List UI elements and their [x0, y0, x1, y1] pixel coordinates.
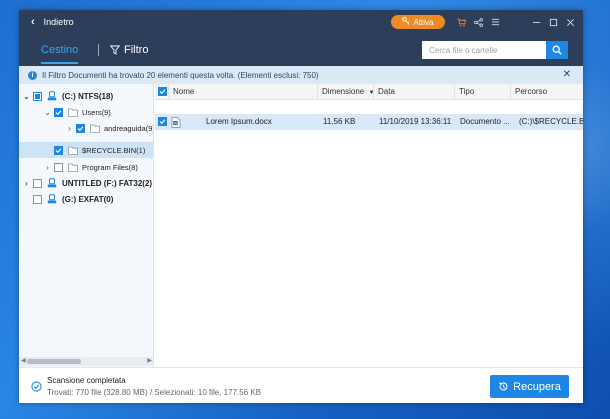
row-path: (C:)\$RECYCLE.BIN\...	[519, 117, 583, 126]
recover-label: Recupera	[513, 380, 561, 393]
column-header-name[interactable]: Nome	[169, 84, 318, 100]
tree-item-drive-c[interactable]: ⌄ (C:) NTFS(18)	[22, 88, 113, 104]
drive-icon	[47, 178, 57, 188]
cart-icon[interactable]	[453, 10, 469, 34]
drive-icon	[47, 91, 57, 101]
tree-item-drive-g[interactable]: (G:) EXFAT(0)	[22, 191, 113, 207]
back-label: Indietro	[43, 17, 74, 27]
tab-filtro[interactable]: Filtro	[110, 34, 148, 66]
table-header: Nome Dimensione ▼ Data Tipo Percorso	[155, 84, 583, 100]
chevron-down-icon[interactable]: ⌄	[22, 92, 31, 101]
tree-item-drive-f[interactable]: › UNTITLED (F:) FAT32(2)	[22, 175, 152, 191]
search-button[interactable]	[546, 41, 568, 59]
chevron-right-icon[interactable]: ›	[43, 163, 52, 172]
tree-checkbox[interactable]	[54, 162, 63, 172]
tree-item-label: UNTITLED (F:) FAT32(2)	[62, 178, 153, 188]
toolbar-header: Cestino Filtro	[19, 34, 583, 66]
tree-item-label: Users(9)	[82, 107, 111, 117]
column-header-type[interactable]: Tipo	[455, 84, 511, 100]
share-icon[interactable]	[470, 10, 486, 34]
info-banner: i Il Filtro Documenti ha trovato 20 elem…	[19, 66, 583, 84]
chevron-down-icon[interactable]: ⌄	[43, 108, 52, 117]
scan-status-detail: Trovati: 770 file (328.80 MB) / Selezion…	[47, 388, 262, 397]
tree-horizontal-scrollbar[interactable]: ◀ ▶	[19, 357, 153, 366]
chevron-right-icon[interactable]: ›	[65, 124, 74, 133]
app-window: ‹ Indietro Attiva Cestino Filtro Cerca f…	[19, 10, 583, 403]
tree-item-users[interactable]: ⌄ Users(9)	[43, 104, 111, 120]
svg-text:W: W	[174, 121, 178, 125]
tree-checkbox[interactable]	[33, 91, 42, 101]
tree-checkbox[interactable]	[76, 123, 85, 133]
maximize-icon[interactable]	[545, 10, 561, 34]
tree-item-label: andreaguida(9)	[104, 123, 154, 133]
filter-icon	[110, 45, 120, 55]
title-bar: ‹ Indietro Attiva	[19, 10, 583, 34]
file-table: Nome Dimensione ▼ Data Tipo Percorso W L…	[155, 84, 583, 367]
row-date: 11/10/2019 13:36:11	[379, 117, 452, 126]
folder-icon	[90, 124, 100, 133]
scroll-right-icon[interactable]: ▶	[147, 357, 152, 366]
tree-item-andreaguida[interactable]: › andreaguida(9)	[65, 120, 154, 136]
tree-item-label: (G:) EXFAT(0)	[62, 194, 114, 204]
search-input[interactable]	[422, 41, 546, 59]
tab-filtro-label: Filtro	[124, 44, 149, 56]
scan-status-title: Scansione completata	[47, 376, 126, 385]
tree-item-label: Program Files(8)	[82, 162, 138, 172]
row-size: 11.56 KB	[323, 117, 356, 126]
activate-label: Attiva	[413, 17, 434, 27]
row-name: Lorem Ipsum.docx	[206, 117, 272, 126]
tab-divider	[98, 44, 99, 56]
check-circle-icon	[31, 381, 42, 392]
select-all-checkbox[interactable]	[155, 84, 169, 100]
tree-checkbox[interactable]	[33, 194, 42, 204]
info-close-icon[interactable]: ✕	[563, 69, 571, 80]
scrollbar-thumb[interactable]	[27, 359, 81, 364]
tree-item-recycle-bin[interactable]: $RECYCLE.BIN(1)	[19, 142, 153, 158]
tab-cestino[interactable]: Cestino	[41, 34, 79, 66]
key-icon	[402, 17, 411, 27]
tree-checkbox[interactable]	[33, 178, 42, 188]
table-row[interactable]: W Lorem Ipsum.docx 11.56 KB 11/10/2019 1…	[155, 114, 583, 130]
docx-file-icon: W	[171, 114, 183, 130]
recover-button[interactable]: Recupera	[490, 375, 569, 398]
close-icon[interactable]	[562, 10, 578, 34]
status-footer: Scansione completata Trovati: 770 file (…	[19, 367, 583, 403]
info-icon: i	[28, 70, 37, 80]
scroll-left-icon[interactable]: ◀	[21, 357, 26, 366]
chevron-left-icon: ‹	[31, 16, 35, 28]
minimize-icon[interactable]	[528, 10, 544, 34]
tree-item-program-files[interactable]: › Program Files(8)	[43, 159, 138, 175]
activate-button[interactable]: Attiva	[391, 15, 445, 29]
restore-icon	[499, 382, 508, 391]
back-button[interactable]: ‹ Indietro	[31, 10, 74, 34]
search-icon	[552, 45, 562, 55]
chevron-right-icon[interactable]: ›	[22, 179, 31, 188]
row-checkbox[interactable]	[158, 114, 170, 130]
column-header-size[interactable]: Dimensione ▼	[318, 84, 374, 100]
tree-checkbox[interactable]	[54, 145, 63, 155]
tree-item-label: (C:) NTFS(18)	[62, 91, 114, 101]
drive-tree: ⌄ (C:) NTFS(18) ⌄ Users(9) › andreaguida…	[19, 84, 154, 367]
folder-icon	[68, 146, 78, 155]
menu-icon[interactable]	[487, 10, 503, 34]
folder-icon	[68, 108, 78, 117]
tree-item-label: $RECYCLE.BIN(1)	[82, 145, 146, 155]
info-message: Il Filtro Documenti ha trovato 20 elemen…	[42, 70, 319, 80]
row-type: Documento ...	[460, 117, 510, 126]
tree-checkbox[interactable]	[54, 107, 63, 117]
column-header-date[interactable]: Data	[374, 84, 455, 100]
column-header-path[interactable]: Percorso	[511, 84, 583, 100]
column-header-size-label: Dimensione	[322, 87, 365, 96]
drive-icon	[47, 194, 57, 204]
folder-icon	[68, 163, 78, 172]
